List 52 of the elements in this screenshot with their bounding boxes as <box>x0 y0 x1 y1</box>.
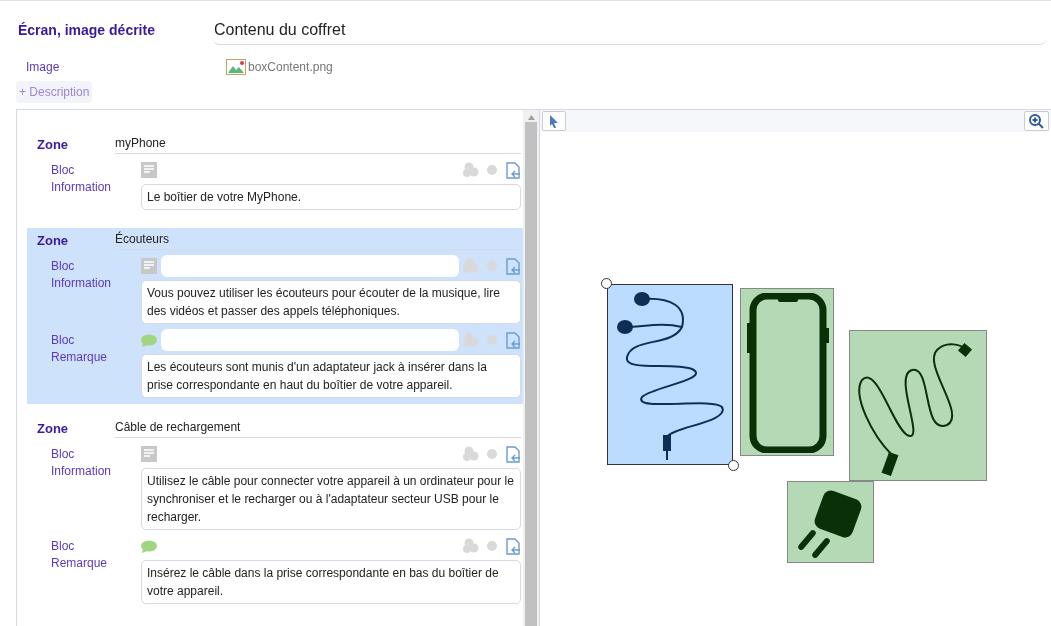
circles-icon[interactable] <box>463 162 479 178</box>
document-arrow-icon[interactable] <box>505 445 521 463</box>
dot-icon[interactable] <box>487 335 497 345</box>
document-arrow-icon[interactable] <box>505 161 521 179</box>
bloc-label: Bloc Remarque <box>51 538 109 572</box>
circles-icon[interactable] <box>463 538 479 554</box>
dot-icon[interactable] <box>487 165 497 175</box>
bloc-label: Bloc Information <box>51 446 113 480</box>
document-arrow-icon[interactable] <box>505 257 521 275</box>
bloc-text-field[interactable]: Les écouteurs sont munis d'un adaptateur jack à insérer dans la prise correspondante en haut du boîtier de votre appareil. <box>141 354 521 398</box>
image-label: Image <box>26 59 61 76</box>
note-icon <box>141 258 157 274</box>
zoom-in-button[interactable] <box>1024 111 1049 131</box>
bloc-text-field[interactable]: Insérez le câble dans la prise correspondante en bas du boîtier de votre appareil. <box>141 560 521 604</box>
title-field[interactable]: Contenu du coffret <box>213 15 1046 45</box>
bloc-label: Bloc Information <box>51 258 113 292</box>
bloc-text-field[interactable]: Le boîtier de votre MyPhone. <box>141 184 521 210</box>
resize-handle[interactable] <box>601 278 612 289</box>
dot-icon[interactable] <box>487 541 497 551</box>
scrollbar[interactable] <box>523 110 539 626</box>
zone-name-field[interactable]: Écouteurs <box>115 230 521 250</box>
pointer-tool-button[interactable] <box>542 111 566 131</box>
title-field[interactable] <box>161 255 459 277</box>
resize-handle[interactable] <box>728 460 739 471</box>
title-field[interactable] <box>161 329 459 351</box>
note-icon <box>141 162 157 178</box>
note-icon <box>141 446 157 462</box>
zone-panel[interactable] <box>27 228 523 404</box>
document-arrow-icon[interactable] <box>505 537 521 555</box>
bloc-label: Bloc Remarque <box>51 332 109 366</box>
bloc-text-field[interactable]: Utilisez le câble pour connecter votre appareil à un ordinateur pour le synchroniser et le recharger ou à l'adaptateur secteur USB pour le recharger. <box>141 468 521 530</box>
zone-name-field[interactable]: myPhone <box>115 134 521 154</box>
zone-label: Zone <box>36 419 70 438</box>
image-filename[interactable]: boxContent.png <box>248 58 333 76</box>
zone-label: Zone <box>36 135 70 154</box>
plug-region[interactable] <box>787 481 874 563</box>
bloc-label: Bloc Information <box>51 162 113 196</box>
scrollbar-thumb[interactable] <box>525 122 537 626</box>
cursor-icon <box>549 114 559 128</box>
dot-icon[interactable] <box>487 449 497 459</box>
speech-bubble-icon <box>141 539 157 553</box>
screen-label: Écran, image décrite <box>18 20 156 40</box>
speech-bubble-icon <box>141 333 157 347</box>
circles-icon[interactable] <box>463 446 479 462</box>
image-file-icon <box>226 59 246 75</box>
bloc-text-field[interactable]: Vous pouvez utiliser les écouteurs pour écouter de la musique, lire des vidéos et passer des appels téléphoniques. <box>141 280 521 324</box>
document-arrow-icon[interactable] <box>505 331 521 349</box>
dot-icon[interactable] <box>487 261 497 271</box>
zoom-in-icon <box>1029 113 1044 129</box>
scroll-up-icon[interactable] <box>527 115 535 120</box>
zone-label: Zone <box>36 231 70 250</box>
zone-name-field[interactable]: Câble de rechargement <box>115 418 521 438</box>
